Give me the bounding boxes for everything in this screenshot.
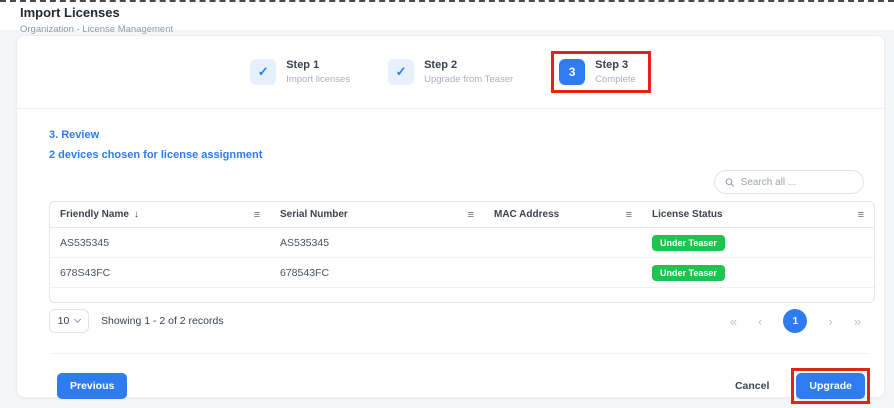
column-menu-icon[interactable]: ≡ [858, 209, 864, 221]
screenshot-top-dashed-border [0, 0, 894, 2]
table-row: AS535345 AS535345 Under Teaser [50, 228, 874, 258]
stepper-step-3-highlight-box[interactable]: 3 Step 3 Complete [551, 51, 651, 93]
search-input[interactable] [741, 177, 853, 188]
column-header-license-status[interactable]: License Status ≡ [642, 202, 874, 227]
license-status-cell: Under Teaser [642, 235, 874, 251]
column-header-mac-address[interactable]: MAC Address ≡ [484, 202, 642, 227]
card-body: 3. Review 2 devices chosen for license a… [17, 129, 884, 404]
check-icon: ✓ [250, 59, 276, 85]
step-subtitle: Complete [595, 74, 636, 85]
step-number-icon: 3 [559, 59, 585, 85]
stepper: ✓ Step 1 Import licenses ✓ Step 2 Upgrad… [17, 36, 884, 109]
column-header-friendly-name[interactable]: Friendly Name ↓ ≡ [50, 202, 270, 227]
friendly-name-cell: AS535345 [50, 237, 270, 249]
review-subheading: 2 devices chosen for license assignment [49, 149, 875, 161]
review-heading: 3. Review [49, 129, 875, 141]
search-row [49, 170, 875, 194]
status-badge: Under Teaser [652, 235, 725, 251]
upgrade-button[interactable]: Upgrade [796, 373, 865, 399]
column-label: MAC Address [494, 209, 559, 220]
page-size-value: 10 [58, 315, 70, 327]
sort-descending-icon: ↓ [134, 209, 139, 220]
step-title: Step 3 [595, 59, 636, 71]
column-label: Serial Number [280, 209, 348, 220]
table-header-row: Friendly Name ↓ ≡ Serial Number ≡ MAC Ad… [50, 202, 874, 228]
search-box [714, 170, 864, 194]
friendly-name-cell: 678S43FC [50, 267, 270, 279]
last-page-button[interactable]: » [854, 314, 861, 329]
upgrade-highlight-box: Upgrade [791, 368, 870, 404]
first-page-button[interactable]: « [730, 314, 737, 329]
column-header-serial-number[interactable]: Serial Number ≡ [270, 202, 484, 227]
previous-page-button[interactable]: ‹ [758, 314, 762, 329]
serial-number-cell: 678543FC [270, 267, 484, 279]
table-row: 678S43FC 678543FC Under Teaser [50, 258, 874, 288]
step-subtitle: Upgrade from Teaser [424, 74, 513, 85]
step-title: Step 1 [286, 59, 350, 71]
wizard-card: ✓ Step 1 Import licenses ✓ Step 2 Upgrad… [16, 35, 885, 398]
step-title: Step 2 [424, 59, 513, 71]
stepper-step-1[interactable]: ✓ Step 1 Import licenses [250, 59, 350, 85]
chevron-down-icon [74, 316, 81, 323]
search-icon [725, 177, 735, 188]
page-title: Import Licenses [20, 5, 173, 20]
column-menu-icon[interactable]: ≡ [468, 209, 474, 221]
footer: Previous Cancel Upgrade [49, 354, 875, 404]
step-subtitle: Import licenses [286, 74, 350, 85]
check-icon: ✓ [388, 59, 414, 85]
column-menu-icon[interactable]: ≡ [626, 209, 632, 221]
devices-table: Friendly Name ↓ ≡ Serial Number ≡ MAC Ad… [49, 201, 875, 303]
page-size-select[interactable]: 10 [49, 309, 89, 333]
column-menu-icon[interactable]: ≡ [254, 209, 260, 221]
page-header: Import Licenses Organization - License M… [20, 5, 173, 35]
column-label: License Status [652, 209, 723, 220]
cancel-button[interactable]: Cancel [719, 373, 785, 399]
records-summary: Showing 1 - 2 of 2 records [101, 315, 224, 327]
serial-number-cell: AS535345 [270, 237, 484, 249]
column-label: Friendly Name [60, 209, 129, 220]
stepper-step-2[interactable]: ✓ Step 2 Upgrade from Teaser [388, 59, 513, 85]
pager: « ‹ 1 › » [730, 309, 861, 333]
next-page-button[interactable]: › [828, 314, 832, 329]
current-page-button[interactable]: 1 [783, 309, 807, 333]
previous-button[interactable]: Previous [57, 373, 127, 399]
pagination-bar: 10 Showing 1 - 2 of 2 records « ‹ 1 › » [49, 309, 875, 333]
breadcrumb[interactable]: Organization - License Management [20, 24, 173, 35]
license-status-cell: Under Teaser [642, 265, 874, 281]
status-badge: Under Teaser [652, 265, 725, 281]
